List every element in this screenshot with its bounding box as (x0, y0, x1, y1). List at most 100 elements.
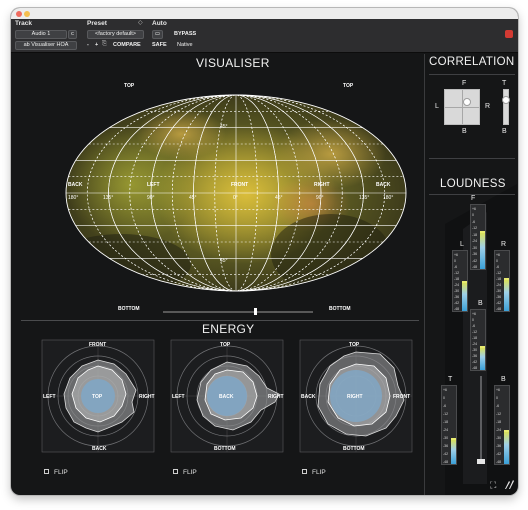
meter-scale-label: -6 (472, 324, 476, 328)
meter-scale-label: -6 (496, 404, 500, 408)
meter-scale-label: -36 (496, 444, 502, 448)
meter-scale-label: -42 (472, 258, 478, 263)
tb-correlation-bar[interactable] (502, 89, 510, 125)
plot1-right-label: RIGHT (139, 394, 155, 400)
meter-scale-label: -42 (443, 452, 449, 456)
copy-icon[interactable]: ⎘ (102, 41, 107, 48)
meter-scale-label: -48 (472, 265, 478, 269)
meter-scale-label: -6 (454, 265, 458, 269)
flip-checkbox-3[interactable] (302, 469, 307, 474)
close-window-button[interactable] (16, 11, 22, 17)
meter-scale-label: -48 (443, 460, 449, 464)
plot3-top-label: TOP (349, 342, 360, 348)
meter-scale-label: -24 (454, 283, 460, 287)
minimize-window-button[interactable] (24, 11, 30, 17)
plugin-select[interactable]: ab Visualiser HOA (15, 41, 77, 50)
gain-slider-thumb[interactable] (477, 459, 485, 464)
meter-fill (480, 233, 485, 269)
vis-left-label: LEFT (147, 182, 160, 188)
meter-scale-label: -12 (472, 330, 478, 334)
track-select[interactable]: Audio 1 (15, 30, 67, 39)
meter-scale-label: -30 (496, 289, 502, 293)
lon-label: 180° (68, 195, 78, 201)
vis-right-label: RIGHT (314, 182, 330, 188)
auto-label: Auto (152, 20, 167, 27)
meter-label-r: R (501, 241, 507, 248)
meter-scale-label: -24 (443, 428, 449, 432)
meter-label-t: T (448, 376, 453, 383)
correlation-title: CORRELATION (429, 56, 515, 68)
bypass-button[interactable]: BYPASS (174, 31, 196, 37)
corr-r-label: R (485, 103, 491, 110)
meter-fill (504, 432, 509, 464)
flip-toggle-2[interactable]: FLIP (173, 469, 197, 476)
meter-fill (504, 280, 509, 311)
lon-label: 180° (383, 195, 393, 201)
visualiser-map[interactable]: TOP TOP BOTTOM BOTTOM BACK LEFT FRONT RI… (11, 54, 424, 320)
preset-minus-button[interactable]: - (87, 42, 89, 48)
meter-scale-label: +6 (472, 207, 476, 211)
meter-fill-peak (480, 231, 485, 233)
flip-checkbox-1[interactable] (44, 469, 49, 474)
correlation-dot (463, 98, 471, 106)
plot1-bottom-label: BACK (92, 446, 107, 452)
meter-scale-label: -24 (472, 239, 478, 244)
energy-plot-2[interactable]: TOP LEFT RIGHT BOTTOM BACK (170, 339, 284, 453)
rotation-slider-thumb[interactable] (254, 308, 257, 315)
preset-menu-icon[interactable]: ◇ (138, 19, 143, 26)
meter-scale-label: -30 (472, 348, 478, 352)
meter-label-b: B (478, 300, 483, 307)
safe-button[interactable]: SAFE (152, 42, 167, 48)
preset-plus-button[interactable]: + (95, 42, 98, 48)
meter-scale-label: 0 (454, 259, 456, 263)
lon-label: 45° (275, 195, 283, 201)
fullscreen-icon[interactable]: ⛶ (490, 480, 496, 491)
plot3-bottom-label: BOTTOM (343, 446, 365, 452)
automation-button[interactable]: ▭ (152, 30, 163, 39)
correlation-pad[interactable] (444, 89, 480, 125)
compare-button[interactable]: COMPARE (113, 42, 141, 48)
tb-correlation-dot (502, 96, 510, 104)
meter-scale-label: -48 (496, 460, 502, 464)
meter-scale-label: -36 (472, 354, 478, 358)
plot2-top-label: TOP (220, 342, 231, 348)
meter-scale-label: -12 (496, 271, 502, 275)
loudness-meter-f: +6 0 -6 -12 -18 -24 -30 -36 -42 -48 (470, 204, 486, 270)
gain-slider-track[interactable] (480, 376, 482, 464)
flip-toggle-1[interactable]: FLIP (44, 469, 68, 476)
flip-label-3: FLIP (312, 469, 326, 476)
meter-scale-label: -6 (472, 219, 476, 224)
meter-label-l: L (460, 241, 464, 248)
meters-panel: CORRELATION F L R B T B LOUDNESS F +6 0 -6-… (424, 54, 518, 495)
plot2-left-label: LEFT (172, 394, 185, 400)
flip-label-1: FLIP (54, 469, 68, 476)
vis-top-left-label: TOP (124, 83, 135, 89)
lon-label: 90° (147, 195, 155, 201)
preset-select[interactable]: <factory default> (87, 30, 144, 39)
meter-scale-label: -48 (472, 366, 478, 370)
meter-scale-label: -42 (496, 301, 502, 305)
flip-toggle-3[interactable]: FLIP (302, 469, 326, 476)
meter-scale-label: -18 (496, 277, 502, 281)
corr-l-label: L (435, 103, 439, 110)
energy-plot-1[interactable]: FRONT LEFT RIGHT BACK TOP (41, 339, 155, 453)
plot3-left-label: BACK (301, 394, 316, 400)
loudness-meter-l: +6 0 -6 -12 -18 -24 -30 -36 -42 -48 (452, 250, 468, 312)
meter-scale-label: +6 (496, 388, 500, 392)
meter-scale-label: +6 (454, 253, 458, 257)
meter-scale-label: -12 (496, 412, 502, 416)
visualiser-panel: VISUALISER TOP TOP BOTTOM BOTTOM BACK LE… (11, 54, 424, 321)
meter-scale-label: -6 (443, 404, 447, 408)
meter-scale-label: +6 (443, 388, 447, 392)
flip-checkbox-2[interactable] (173, 469, 178, 474)
vis-front-label: FRONT (231, 182, 248, 188)
energy-plot-3[interactable]: TOP BACK FRONT BOTTOM RIGHT (299, 339, 413, 453)
plugin-power-icon[interactable] (505, 30, 513, 38)
meter-scale-label: -18 (472, 336, 478, 340)
meter-scale-label: -36 (496, 295, 502, 299)
vis-bottom-left-label: BOTTOM (118, 306, 140, 312)
meter-scale-label: -30 (443, 436, 449, 440)
vis-back-left-label: BACK (68, 182, 83, 188)
track-channel-select[interactable]: c (68, 30, 77, 39)
loudness-meter-b: +6 0 -6 -12 -18 -24 -30 -36 -42 -48 (494, 385, 510, 465)
